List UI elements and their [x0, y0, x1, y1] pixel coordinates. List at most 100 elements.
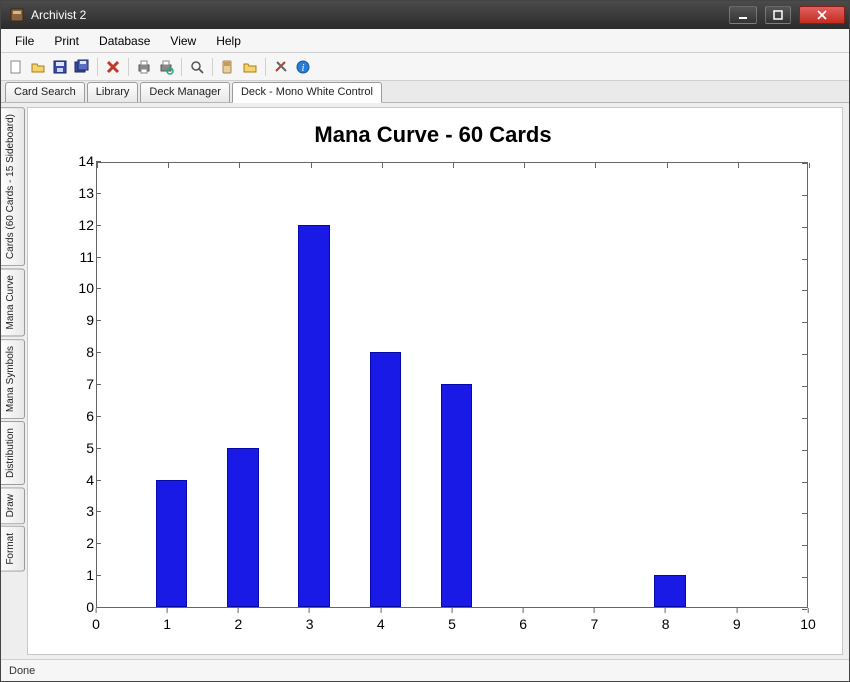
x-tick-label: 9: [733, 616, 741, 632]
x-tick-label: 0: [92, 616, 100, 632]
delete-icon[interactable]: [104, 58, 122, 76]
app-icon: [9, 7, 25, 23]
x-tick-label: 6: [519, 616, 527, 632]
print-preview-icon[interactable]: [157, 58, 175, 76]
chart-bar: [654, 575, 685, 607]
tab-library[interactable]: Library: [87, 82, 139, 102]
side-tabstrip: Cards (60 Cards - 15 Sideboard) Mana Cur…: [1, 103, 25, 659]
y-tick-label: 10: [40, 280, 94, 296]
tab-card-search[interactable]: Card Search: [5, 82, 85, 102]
side-tab-draw[interactable]: Draw: [1, 487, 25, 524]
toolbar-separator: [181, 58, 182, 76]
x-tick-label: 1: [163, 616, 171, 632]
x-tick-top: [738, 163, 739, 168]
x-tick-label: 7: [590, 616, 598, 632]
menu-help[interactable]: Help: [206, 29, 251, 52]
save-all-icon[interactable]: [73, 58, 91, 76]
x-tick-top: [667, 163, 668, 168]
content-body: Cards (60 Cards - 15 Sideboard) Mana Cur…: [1, 103, 849, 659]
menu-view[interactable]: View: [160, 29, 206, 52]
tabstrip: Card Search Library Deck Manager Deck - …: [1, 81, 849, 103]
minimize-button[interactable]: [729, 6, 757, 24]
y-tick-right: [802, 227, 807, 228]
toolbar-separator: [265, 58, 266, 76]
chart-bar: [370, 352, 401, 607]
chart-bar: [156, 480, 187, 607]
y-tick-right: [802, 482, 807, 483]
toolbar-separator: [212, 58, 213, 76]
y-tick-right: [802, 450, 807, 451]
titlebar: Archivist 2: [1, 1, 849, 29]
chart-bar: [441, 384, 472, 607]
y-tick-right: [802, 418, 807, 419]
status-text: Done: [9, 665, 35, 677]
y-tick-right: [802, 290, 807, 291]
y-tick-label: 0: [40, 599, 94, 615]
side-tab-mana-symbols[interactable]: Mana Symbols: [1, 339, 25, 419]
y-tick-label: 6: [40, 408, 94, 424]
settings-icon[interactable]: [272, 58, 290, 76]
search-icon[interactable]: [188, 58, 206, 76]
side-tab-cards[interactable]: Cards (60 Cards - 15 Sideboard): [1, 107, 25, 266]
save-icon[interactable]: [51, 58, 69, 76]
toolbar-separator: [128, 58, 129, 76]
close-button[interactable]: [799, 6, 845, 24]
y-tick-label: 14: [40, 153, 94, 169]
app-window: Archivist 2 File Print Database View Hel…: [0, 0, 850, 682]
y-tick-label: 3: [40, 503, 94, 519]
y-tick-right: [802, 386, 807, 387]
chart-bar: [298, 225, 329, 607]
y-tick-right: [802, 259, 807, 260]
chart-plot: 01234567891011121314012345678910: [40, 156, 826, 638]
x-tick-top: [382, 163, 383, 168]
y-tick-right: [802, 545, 807, 546]
y-tick-right: [802, 609, 807, 610]
y-tick-label: 5: [40, 440, 94, 456]
menu-database[interactable]: Database: [89, 29, 160, 52]
svg-text:i: i: [302, 63, 305, 74]
toolbar: i: [1, 53, 849, 81]
tab-deck[interactable]: Deck - Mono White Control: [232, 82, 382, 103]
y-tick-label: 7: [40, 376, 94, 392]
toolbar-separator: [97, 58, 98, 76]
side-tab-mana-curve[interactable]: Mana Curve: [1, 268, 25, 336]
y-tick-right: [802, 322, 807, 323]
x-tick-label: 8: [662, 616, 670, 632]
y-tick-right: [802, 513, 807, 514]
new-icon[interactable]: [7, 58, 25, 76]
x-tick-label: 2: [234, 616, 242, 632]
x-tick-label: 3: [306, 616, 314, 632]
y-tick-label: 8: [40, 344, 94, 360]
folder-icon[interactable]: [241, 58, 259, 76]
menu-print[interactable]: Print: [44, 29, 89, 52]
maximize-button[interactable]: [765, 6, 791, 24]
x-tick-top: [311, 163, 312, 168]
tab-deck-manager[interactable]: Deck Manager: [140, 82, 230, 102]
x-tick-top: [97, 163, 98, 168]
window-title: Archivist 2: [31, 8, 721, 22]
y-tick-right: [802, 577, 807, 578]
y-tick-label: 2: [40, 535, 94, 551]
y-tick-right: [802, 163, 807, 164]
card-icon[interactable]: [219, 58, 237, 76]
menu-file[interactable]: File: [5, 29, 44, 52]
x-tick-top: [809, 163, 810, 168]
open-icon[interactable]: [29, 58, 47, 76]
chart-panel: Mana Curve - 60 Cards 012345678910111213…: [27, 107, 843, 655]
y-tick-label: 9: [40, 312, 94, 328]
x-tick-top: [595, 163, 596, 168]
menubar: File Print Database View Help: [1, 29, 849, 53]
x-tick-top: [453, 163, 454, 168]
x-tick-label: 4: [377, 616, 385, 632]
print-icon[interactable]: [135, 58, 153, 76]
chart-axis-box: [96, 162, 808, 608]
x-tick-label: 10: [800, 616, 816, 632]
y-tick-right: [802, 354, 807, 355]
chart-title: Mana Curve - 60 Cards: [40, 122, 826, 148]
side-tab-format[interactable]: Format: [1, 526, 25, 572]
x-tick-top: [239, 163, 240, 168]
chart-bar: [227, 448, 258, 607]
side-tab-distribution[interactable]: Distribution: [1, 421, 25, 485]
y-tick-label: 11: [40, 249, 94, 265]
info-icon[interactable]: i: [294, 58, 312, 76]
